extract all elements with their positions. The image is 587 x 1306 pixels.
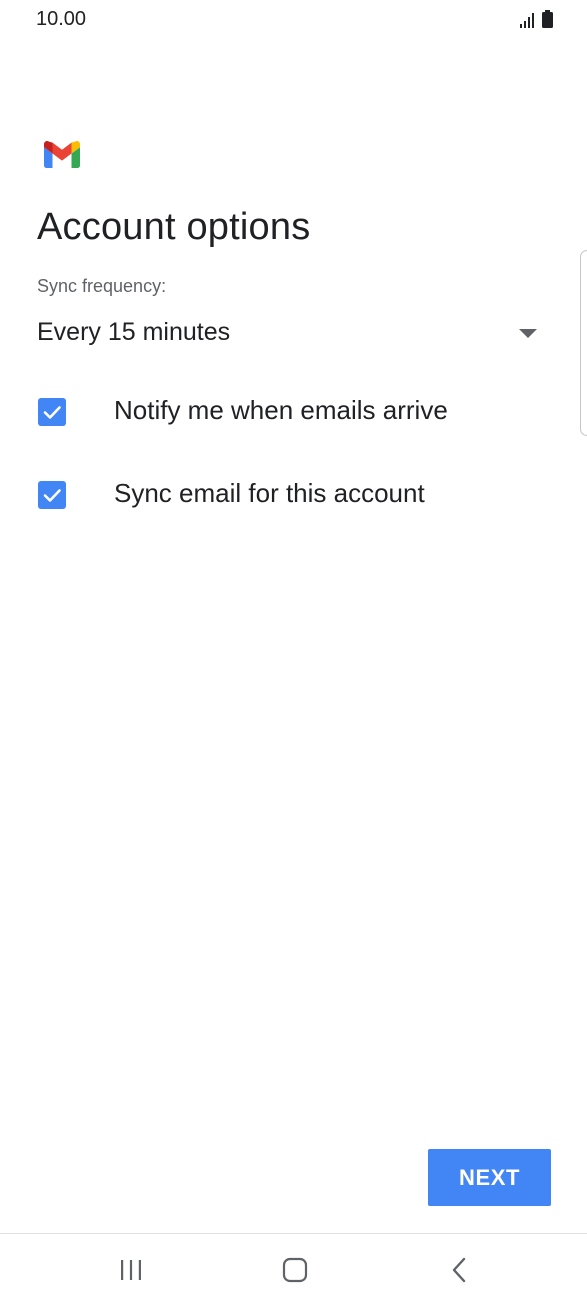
checkmark-icon <box>43 406 61 419</box>
gmail-logo <box>44 141 80 168</box>
recents-icon <box>121 1260 141 1280</box>
notify-checkbox[interactable] <box>38 398 66 426</box>
sync-email-checkbox[interactable] <box>38 481 66 509</box>
sync-email-label: Sync email for this account <box>114 478 425 508</box>
notify-option[interactable]: Notify me when emails arrive <box>37 386 537 436</box>
status-bar: 10.00 <box>0 0 587 44</box>
page-title: Account options <box>37 206 311 248</box>
home-icon <box>282 1257 308 1283</box>
status-time: 10.00 <box>36 8 87 30</box>
scroll-indicator[interactable] <box>580 250 587 436</box>
signal-icon <box>520 13 534 28</box>
recents-button[interactable] <box>101 1250 161 1290</box>
home-button[interactable] <box>265 1250 325 1290</box>
notify-label: Notify me when emails arrive <box>114 395 448 425</box>
sync-frequency-label: Sync frequency: <box>37 276 167 296</box>
dropdown-arrow-icon <box>519 329 537 338</box>
status-icons <box>520 10 553 28</box>
sync-frequency-value: Every 15 minutes <box>37 318 231 346</box>
battery-icon <box>542 10 553 28</box>
next-button[interactable]: NEXT <box>428 1149 551 1206</box>
navigation-bar <box>0 1234 587 1306</box>
checkmark-icon <box>43 489 61 502</box>
back-icon <box>452 1257 466 1283</box>
sync-frequency-select[interactable]: Every 15 minutes <box>37 312 537 356</box>
back-button[interactable] <box>430 1250 490 1290</box>
sync-email-option[interactable]: Sync email for this account <box>37 469 537 519</box>
